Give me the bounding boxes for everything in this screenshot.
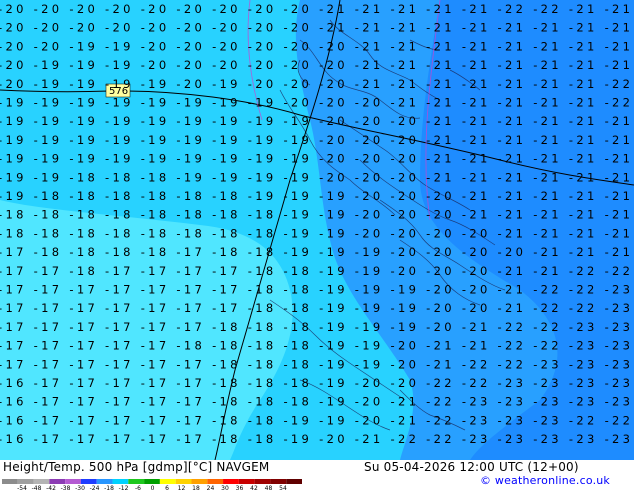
colorbar-swatch	[223, 479, 239, 484]
temperature-label-row: -19 -18 -18 -18 -18 -18 -18 -19 -19 -19 …	[0, 189, 630, 203]
colorbar-tick-label: 6	[165, 485, 169, 490]
temperature-label-row: -20 -20 -20 -20 -20 -20 -20 -20 -20 -21 …	[0, 2, 630, 16]
temperature-label-row: -19 -19 -19 -19 -19 -19 -19 -19 -19 -20 …	[0, 114, 630, 128]
colorbar-tick-label: -24	[90, 485, 100, 490]
colorbar-tick-label: 30	[221, 485, 229, 490]
colorbar-tick-label: 42	[250, 485, 258, 490]
colorbar-tick-label: 54	[279, 485, 287, 490]
chart-title: Height/Temp. 500 hPa [gdmp][°C] NAVGEM	[3, 460, 270, 474]
temperature-label-row: -17 -17 -17 -17 -17 -17 -17 -18 -18 -19 …	[0, 301, 630, 315]
temperature-label-row: -16 -17 -17 -17 -17 -17 -18 -18 -18 -19 …	[0, 395, 630, 409]
valid-datetime: Su 05-04-2026 12:00 UTC (12+00)	[364, 460, 579, 474]
colorbar-swatch	[33, 479, 50, 484]
colorbar-swatch	[159, 479, 176, 484]
colorbar-tick-label: -42	[46, 485, 56, 490]
colorbar-swatch	[96, 479, 113, 484]
temperature-label-row: -20 -19 -19 -19 -19 -20 -19 -20 -20 -20 …	[0, 77, 630, 91]
colorbar-swatch	[49, 479, 66, 484]
temperature-label-row: -19 -19 -19 -19 -19 -19 -19 -19 -19 -20 …	[0, 152, 630, 166]
temperature-label-row: -16 -17 -17 -17 -17 -17 -18 -18 -19 -20 …	[0, 432, 630, 446]
temperature-label-row: -17 -17 -17 -17 -17 -17 -18 -18 -18 -19 …	[0, 357, 630, 371]
colorbar-tick-label: -30	[75, 485, 85, 490]
footer: Height/Temp. 500 hPa [gdmp][°C] NAVGEM S…	[0, 460, 634, 490]
colorbar-swatch	[2, 479, 18, 484]
colorbar-tick-label: -48	[32, 485, 42, 490]
temperature-label-row: -16 -17 -17 -17 -17 -17 -18 -18 -18 -19 …	[0, 376, 630, 390]
colorbar-swatch	[238, 479, 255, 484]
temperature-fill	[0, 0, 634, 460]
colorbar-swatch	[128, 479, 145, 484]
colorbar-tick-label: 48	[265, 485, 273, 490]
colorbar: -54 -48 -42 -38 -30 -24 -18 -12 -6 0 6 12 18 24 30 36 42…	[2, 479, 302, 490]
temperature-label-row: -18 -18 -18 -18 -18 -18 -18 -18 -19 -19 …	[0, 208, 630, 222]
temperature-label-row: -17 -17 -18 -17 -17 -17 -17 -18 -18 -19 …	[0, 264, 630, 278]
temperature-label-row: -19 -19 -19 -19 -19 -19 -19 -19 -19 -20 …	[0, 133, 630, 147]
colorbar-tick-label: -6	[135, 485, 141, 490]
colorbar-swatch	[254, 479, 271, 484]
weather-map: 576 -20 -20 -20 -20 -20 -20 -20 -20 -20 …	[0, 0, 634, 460]
colorbar-swatch	[175, 479, 192, 484]
temperature-label-row: -19 -19 -19 -19 -19 -19 -19 -19 -20 -20 …	[0, 96, 630, 110]
colorbar-tick-label: -18	[104, 485, 114, 490]
colorbar-swatch	[144, 479, 160, 484]
temperature-label-row: -20 -20 -19 -19 -20 -20 -20 -20 -20 -20 …	[0, 39, 630, 53]
colorbar-swatch	[270, 479, 287, 484]
temperature-label-row: -19 -19 -18 -18 -18 -19 -19 -19 -19 -20 …	[0, 170, 630, 184]
colorbar-tick-label: 24	[207, 485, 215, 490]
colorbar-swatch	[80, 479, 97, 484]
temperature-label-row: -17 -17 -17 -17 -17 -17 -17 -18 -18 -19 …	[0, 283, 630, 297]
temperature-label-row: -20 -19 -19 -19 -20 -20 -20 -20 -20 -20 …	[0, 58, 630, 72]
colorbar-tick-label: 18	[192, 485, 200, 490]
colorbar-swatch	[112, 479, 129, 484]
temperature-label-row: -17 -17 -17 -17 -17 -18 -18 -18 -18 -19 …	[0, 339, 630, 353]
colorbar-tick-label: -12	[119, 485, 129, 490]
colorbar-tick-label: 36	[236, 485, 244, 490]
temperature-label-row: -17 -18 -18 -18 -18 -17 -18 -18 -19 -19 …	[0, 245, 630, 259]
colorbar-swatch	[191, 479, 208, 484]
colorbar-swatch	[17, 479, 34, 484]
colorbar-swatch	[207, 479, 224, 484]
temperature-label-row: -16 -17 -17 -17 -17 -17 -18 -18 -19 -19 …	[0, 413, 630, 427]
colorbar-tick-label: 12	[178, 485, 186, 490]
copyright-link[interactable]: © weatheronline.co.uk	[480, 474, 610, 487]
temperature-label-row: -17 -17 -17 -17 -17 -17 -18 -18 -18 -19 …	[0, 320, 630, 334]
colorbar-swatch	[286, 479, 302, 484]
colorbar-tick-label: -54	[17, 485, 27, 490]
temperature-label-row: -20 -20 -20 -20 -20 -20 -20 -20 -20 -21 …	[0, 21, 630, 35]
colorbar-tick-label: -38	[61, 485, 71, 490]
colorbar-swatch	[65, 479, 81, 484]
colorbar-tick-label: 0	[151, 485, 155, 490]
temperature-label-row: -18 -18 -18 -18 -18 -18 -18 -18 -19 -19 …	[0, 226, 630, 240]
